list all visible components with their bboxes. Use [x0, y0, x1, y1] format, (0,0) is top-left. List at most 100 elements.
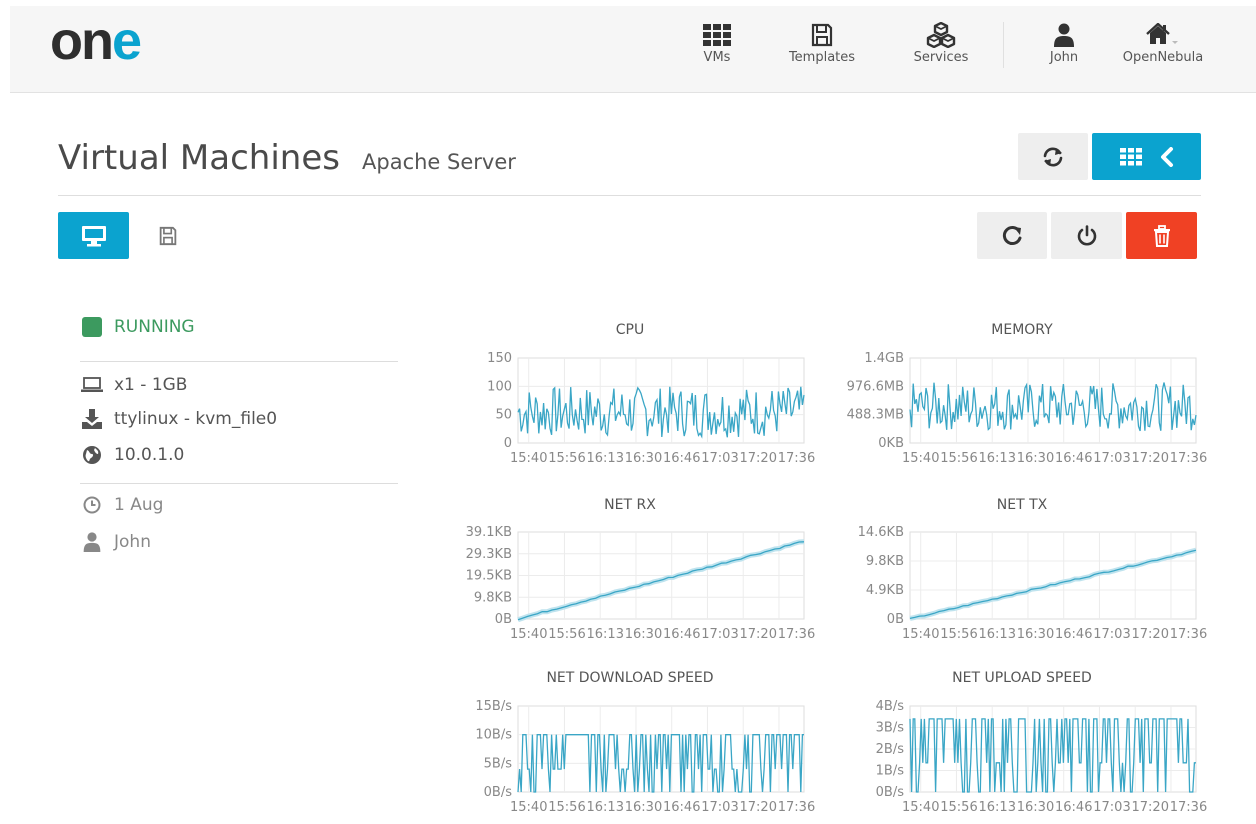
home-icon: [1118, 20, 1208, 50]
opennebula-logo[interactable]: one: [50, 14, 142, 68]
toggle-grid-button[interactable]: [1092, 133, 1201, 180]
plot-area: [909, 705, 1197, 793]
x-tick-label: 17:20: [740, 800, 777, 815]
x-tick-label: 17:36: [778, 627, 815, 642]
page-subtitle: Apache Server: [362, 150, 516, 174]
x-tick-label: 16:30: [625, 627, 662, 642]
x-tick-label: 16:13: [979, 800, 1016, 815]
nav-services[interactable]: Services: [906, 20, 976, 65]
y-tick-label: 0B: [887, 612, 904, 627]
y-tick-label: 4.9KB: [866, 583, 904, 598]
user-icon: [1039, 20, 1089, 50]
x-tick-label: 15:40: [510, 451, 547, 466]
y-tick-label: 100: [487, 379, 512, 394]
x-tick-label: 16:30: [625, 451, 662, 466]
y-tick-label: 5B/s: [484, 756, 513, 771]
vm-ip-label: 10.0.1.0: [114, 445, 185, 465]
state-indicator-icon: [80, 317, 104, 337]
y-tick-label: 488.3MB: [847, 408, 904, 423]
x-tick-label: 15:40: [510, 800, 547, 815]
y-tick-label: 9.8KB: [866, 554, 904, 569]
x-tick-label: 15:40: [902, 627, 939, 642]
plot-area: [517, 531, 805, 620]
x-tick-label: 15:56: [940, 627, 977, 642]
nav-zone[interactable]: OpenNebula: [1118, 20, 1208, 65]
trash-icon: [1153, 224, 1170, 247]
x-tick-label: 16:13: [979, 627, 1016, 642]
x-tick-label: 16:46: [1055, 627, 1092, 642]
reboot-icon: [1002, 225, 1022, 245]
tab-info[interactable]: [58, 212, 129, 259]
y-tick-label: 19.5KB: [466, 569, 512, 584]
y-tick-label: 0: [504, 436, 512, 451]
x-tick-label: 15:40: [902, 451, 939, 466]
nav-user[interactable]: John: [1039, 20, 1089, 65]
grid-icon: [693, 20, 741, 50]
floppy-icon: [782, 20, 862, 50]
x-tick-label: 15:56: [548, 800, 585, 815]
logo-letter-n: n: [81, 11, 114, 71]
cubes-icon: [906, 20, 976, 50]
delete-button[interactable]: [1126, 212, 1197, 259]
x-tick-label: 16:30: [1017, 627, 1054, 642]
top-bar: one VMs Templates Services John OpenNebu…: [10, 6, 1256, 93]
series-shadow: [909, 547, 1197, 621]
x-tick-label: 15:56: [548, 451, 585, 466]
plot-area: [909, 531, 1197, 620]
x-tick-label: 16:30: [1017, 800, 1054, 815]
series-line: [909, 382, 1197, 432]
nav-templates[interactable]: Templates: [782, 20, 862, 65]
info-divider: [80, 361, 398, 362]
y-tick-label: 150: [487, 351, 512, 366]
x-tick-label: 16:30: [625, 800, 662, 815]
x-tick-label: 16:13: [979, 451, 1016, 466]
x-tick-label: 17:03: [701, 627, 738, 642]
caret-down-icon: [1172, 41, 1178, 44]
x-tick-label: 17:20: [740, 627, 777, 642]
x-tick-label: 17:36: [778, 451, 815, 466]
globe-icon: [80, 445, 104, 465]
y-tick-label: 15B/s: [475, 699, 512, 714]
nav-vms[interactable]: VMs: [693, 20, 741, 65]
header-divider: [58, 195, 1201, 196]
laptop-icon: [80, 377, 104, 393]
x-tick-label: 17:03: [701, 451, 738, 466]
x-tick-label: 17:36: [778, 800, 815, 815]
chart-title-net-rx: NET RX: [604, 497, 656, 513]
x-tick-label: 16:46: [663, 800, 700, 815]
vm-disk: ttylinux - kvm_file0: [80, 409, 277, 429]
x-tick-label: 17:20: [740, 451, 777, 466]
series-line: [517, 734, 804, 793]
vm-owner-label: John: [114, 532, 151, 552]
y-tick-label: 39.1KB: [466, 525, 512, 540]
x-tick-label: 16:30: [1017, 451, 1054, 466]
logo-letter-o: o: [50, 11, 83, 71]
logo-letter-e: e: [112, 11, 142, 71]
y-tick-label: 0B: [495, 612, 512, 627]
power-button[interactable]: [1051, 212, 1122, 259]
y-tick-label: 1.4GB: [864, 351, 904, 366]
nav-vms-label: VMs: [703, 50, 731, 65]
series-line: [909, 549, 1197, 620]
x-tick-label: 16:46: [1055, 451, 1092, 466]
nav-divider: [1003, 22, 1004, 68]
y-tick-label: 10B/s: [475, 728, 512, 743]
x-tick-label: 17:36: [1170, 800, 1207, 815]
series-line: [517, 386, 805, 439]
tab-storage[interactable]: [140, 212, 196, 259]
vm-start-time: 1 Aug: [80, 495, 163, 515]
y-tick-label: 0KB: [878, 436, 904, 451]
reboot-button[interactable]: [977, 212, 1047, 259]
y-tick-label: 0B/s: [876, 785, 905, 800]
y-tick-label: 4B/s: [876, 699, 905, 714]
y-tick-label: 3B/s: [876, 721, 905, 736]
vm-start-time-label: 1 Aug: [114, 495, 164, 515]
chart-title-net-upload: NET UPLOAD SPEED: [952, 670, 1092, 686]
clock-icon: [80, 496, 104, 514]
chart-title-net-download: NET DOWNLOAD SPEED: [546, 670, 714, 686]
refresh-icon: [1043, 147, 1063, 166]
grid-icon: [1119, 147, 1142, 165]
refresh-button[interactable]: [1018, 133, 1088, 180]
info-divider: [80, 483, 398, 484]
y-tick-label: 2B/s: [876, 742, 905, 757]
